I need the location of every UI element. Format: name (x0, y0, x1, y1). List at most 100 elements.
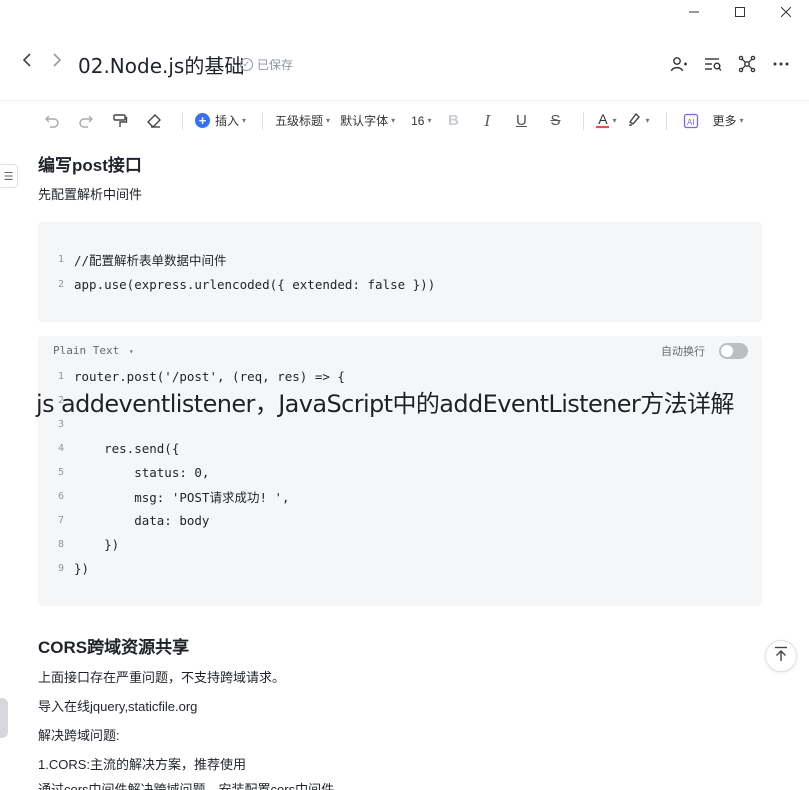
back-to-top-button[interactable] (765, 640, 797, 672)
font-color-icon: A (596, 111, 610, 128)
bold-icon[interactable]: B (441, 107, 465, 135)
italic-icon[interactable]: I (475, 107, 499, 135)
window-controls (671, 0, 809, 24)
svg-text:AI: AI (687, 118, 695, 127)
format-painter-icon[interactable] (108, 107, 132, 135)
chevron-down-icon: ▾ (128, 347, 134, 356)
saved-status: ✓ 已保存 (240, 56, 293, 73)
title-bar: 02.Node.js的基础 ✓ 已保存 (0, 40, 809, 86)
maximize-icon[interactable] (717, 0, 763, 24)
code-block[interactable]: 1 //配置解析表单数据中间件 2 app.use(express.urlenc… (38, 222, 762, 322)
paragraph: 1.CORS:主流的解决方案，推荐使用 (38, 757, 247, 772)
eraser-icon[interactable] (142, 107, 166, 135)
auto-wrap-control: 自动换行 (661, 343, 748, 359)
underline-icon[interactable]: U (509, 107, 533, 135)
title-actions (669, 54, 791, 74)
code-line: 4 res.send({ (38, 438, 179, 458)
line-number: 2 (57, 278, 64, 290)
more-button[interactable]: 更多 ▾ (713, 107, 744, 135)
chevron-down-icon: ▾ (612, 116, 617, 125)
code-text: }) (74, 536, 120, 552)
back-arrow-icon[interactable] (22, 52, 32, 72)
line-number: 3 (57, 418, 64, 430)
plus-circle-icon: + (195, 113, 210, 128)
code-line: 9 }) (38, 558, 89, 578)
heading-label: 五级标题 (275, 114, 324, 128)
format-toolbar: + 插入 ▾ 五级标题 ▾ 默认字体 ▾ 16 ▾ B I U S A ▾ ▾ … (0, 100, 809, 140)
line-number: 1 (57, 253, 64, 265)
font-size-select[interactable]: 16 ▾ (411, 107, 431, 135)
arrow-up-icon (774, 646, 788, 667)
line-number: 6 (57, 490, 64, 502)
code-line: 5 status: 0, (38, 462, 210, 482)
chevron-down-icon: ▾ (326, 116, 331, 125)
paragraph-cut-off: 通过cors中间件解决跨域问题，安装配置cors中间件 (38, 782, 335, 790)
chevron-down-icon: ▾ (645, 116, 650, 125)
font-select[interactable]: 默认字体 ▾ (340, 107, 395, 135)
heading-cors: CORS跨域资源共享 (38, 638, 190, 657)
code-line: 8 }) (38, 534, 119, 554)
code-line: 7 data: body (38, 510, 210, 530)
line-number: 7 (57, 514, 64, 526)
font-color-button[interactable]: A ▾ (596, 107, 616, 135)
redo-icon[interactable] (74, 107, 98, 135)
auto-wrap-toggle[interactable] (719, 343, 748, 359)
code-block[interactable]: Plain Text ▾ 自动换行 1 router.post('/post',… (38, 336, 762, 606)
overlay-caption: js addeventlistener，JavaScript中的addEvent… (36, 390, 734, 418)
more-label: 更多 (712, 114, 737, 128)
side-panel-handle[interactable] (0, 698, 8, 738)
line-number: 8 (57, 538, 64, 550)
outline-list-icon[interactable]: ☰ (0, 164, 18, 188)
more-dots-icon[interactable] (771, 54, 791, 74)
code-language-select[interactable]: Plain Text ▾ (53, 344, 134, 357)
code-text: res.send({ (74, 440, 180, 456)
forward-arrow-icon[interactable] (52, 52, 62, 72)
code-line: 2 app.use(express.urlencoded({ extended:… (38, 274, 435, 294)
share-user-icon[interactable] (669, 54, 689, 74)
toolbar-divider (665, 111, 667, 130)
ai-icon[interactable]: AI (679, 107, 703, 135)
document-title[interactable]: 02.Node.js的基础 (78, 50, 244, 79)
font-size-label: 16 (411, 113, 425, 128)
code-text: status: 0, (74, 464, 210, 480)
search-outline-icon[interactable] (703, 54, 723, 74)
code-text: msg: 'POST请求成功! ', (74, 489, 290, 505)
code-text: //配置解析表单数据中间件 (74, 252, 227, 268)
chevron-down-icon: ▾ (242, 116, 247, 125)
insert-label: 插入 (215, 114, 240, 128)
line-number: 9 (57, 562, 64, 574)
heading-post-api: 编写post接口 (38, 156, 142, 175)
toolbar-divider (182, 111, 183, 130)
paragraph-middleware: 先配置解析中间件 (38, 187, 143, 202)
code-text: data: body (74, 512, 210, 528)
chevron-down-icon: ▾ (739, 116, 744, 125)
line-number: 1 (57, 370, 64, 382)
font-label: 默认字体 (340, 114, 389, 128)
heading-select[interactable]: 五级标题 ▾ (275, 107, 330, 135)
line-number: 5 (57, 466, 64, 478)
code-language-label: Plain Text (53, 344, 120, 357)
paragraph: 导入在线jquery,staticfile.org (38, 699, 198, 714)
paragraph: 解决跨域问题: (38, 728, 120, 743)
line-number: 4 (57, 442, 64, 454)
minimize-icon[interactable] (671, 0, 717, 24)
undo-icon[interactable] (40, 107, 64, 135)
code-line: 1 //配置解析表单数据中间件 (38, 249, 227, 269)
close-icon[interactable] (763, 0, 809, 24)
code-text: router.post('/post', (req, res) => { (74, 368, 345, 384)
insert-button[interactable]: + 插入 ▾ (195, 107, 246, 135)
strikethrough-icon[interactable]: S (543, 107, 567, 135)
auto-wrap-label: 自动换行 (661, 346, 705, 358)
mindmap-icon[interactable] (737, 54, 757, 74)
check-circle-icon: ✓ (240, 58, 253, 71)
code-text: }) (74, 560, 90, 576)
code-line: 1 router.post('/post', (req, res) => { (38, 366, 345, 386)
toolbar-divider (583, 111, 585, 130)
code-line: 6 msg: 'POST请求成功! ', (38, 486, 290, 506)
chevron-down-icon: ▾ (427, 116, 432, 125)
chevron-down-icon: ▾ (391, 116, 396, 125)
saved-status-label: 已保存 (257, 58, 294, 72)
highlight-button[interactable]: ▾ (626, 107, 650, 135)
toolbar-divider (262, 111, 264, 130)
code-text: app.use(express.urlencoded({ extended: f… (74, 276, 436, 292)
